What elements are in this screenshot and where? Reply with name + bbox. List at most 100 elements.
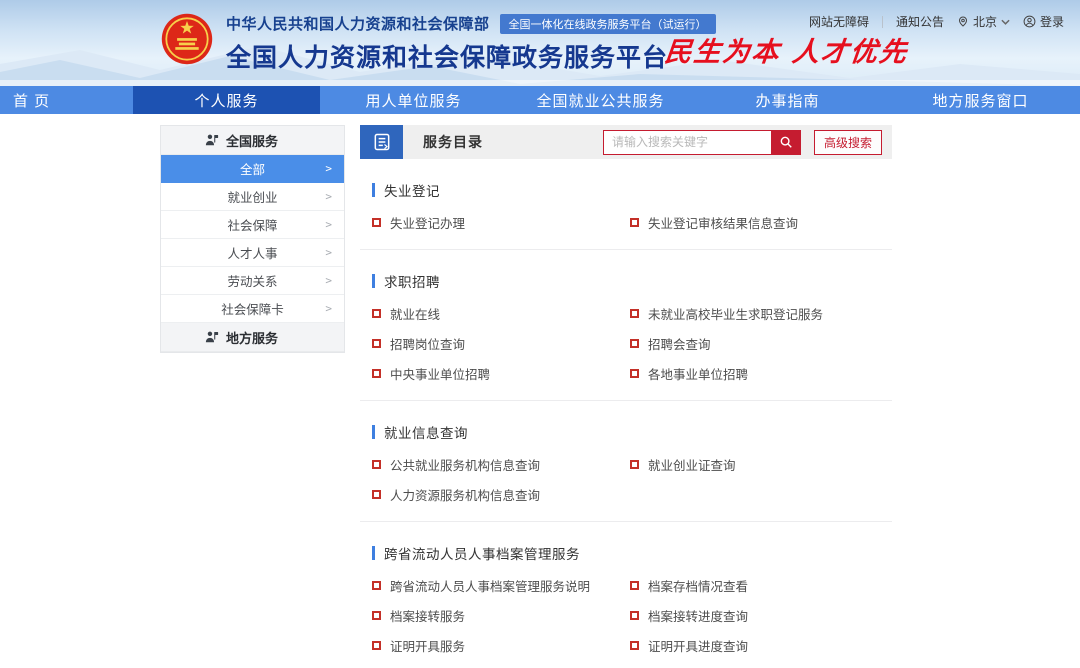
service-link[interactable]: 提供政审材料服务 [372,660,630,668]
red-square-bullet-icon [372,641,381,650]
nav-item-5[interactable]: 办事指南 [694,86,881,114]
login-link[interactable]: 登录 [1023,13,1064,30]
person-flag-icon [205,133,219,147]
sidebar-item-1-6[interactable]: 社会保障卡> [161,295,344,323]
section-title-label: 跨省流动人员人事档案管理服务 [384,543,580,563]
sidebar-group-header-1[interactable]: 全国服务 [161,126,344,155]
service-link[interactable]: 失业登记办理 [372,207,630,237]
section-title-bar [372,425,375,439]
section-title-label: 求职招聘 [384,271,440,291]
accessibility-link[interactable]: 网站无障碍 [809,13,869,30]
sidebar-item-1-2[interactable]: 就业创业 > [161,183,344,211]
service-link[interactable]: 人力资源服务机构信息查询 [372,479,630,509]
service-link[interactable]: 证明开具服务 [372,630,630,660]
service-link-label: 中央事业单位招聘 [390,364,490,383]
service-link[interactable]: 就业在线 [372,298,630,328]
chevron-right-icon: > [325,162,332,175]
service-link-label: 就业在线 [390,304,440,323]
service-link[interactable]: 各地事业单位招聘 [630,358,892,388]
service-link-label: 跨省流动人员人事档案管理服务说明 [390,576,590,595]
panel-header: 服务目录 高级搜索 [360,125,892,159]
red-square-bullet-icon [630,218,639,227]
service-link-label: 就业创业证查询 [648,455,736,474]
red-square-bullet-icon [630,611,639,620]
primary-nav: 首 页个人服务用人单位服务全国就业公共服务办事指南地方服务窗口 [0,86,1080,114]
utility-bar: 网站无障碍 通知公告 北京 登录 [809,13,1064,30]
section-links: 公共就业服务机构信息查询就业创业证查询人力资源服务机构信息查询 [372,449,892,509]
person-flag-icon [205,330,219,344]
sidebar-group-header-2[interactable]: 地方服务 [161,323,344,352]
service-link[interactable]: 招聘岗位查询 [372,328,630,358]
service-link[interactable]: 招聘会查询 [630,328,892,358]
sidebar-item-label: 劳动关系 [227,271,277,290]
nav-item-2[interactable]: 个人服务 [133,86,320,114]
section-links: 就业在线 未就业高校毕业生求职登记服务招聘岗位查询招聘会查询中央事业单位招聘 各地事… [372,298,892,388]
search-button[interactable] [771,130,801,155]
city-selector[interactable]: 北京 [957,13,1010,30]
section-title: 失业登记 [372,180,892,200]
red-square-bullet-icon [372,369,381,378]
chevron-right-icon: > [325,218,332,231]
ministry-name: 中华人民共和国人力资源和社会保障部 [226,13,490,34]
content-area: 全国服务全部>就业创业>社会保障>人才人事>劳动关系>社会保障卡>地方服务 服务… [0,114,1080,668]
service-link-label: 人力资源服务机构信息查询 [390,485,540,504]
service-link[interactable]: 中央事业单位招聘 [372,358,630,388]
service-link[interactable]: 跨省流动人员人事档案管理服务说明 [372,570,630,600]
service-link-label: 证明开具服务 [390,636,465,655]
service-link[interactable]: 提供政审材料进度查询 [630,660,898,668]
red-square-bullet-icon [372,218,381,227]
section-title-bar [372,183,375,197]
service-sections: 失业登记失业登记办理失业登记审核结果信息查询求职招聘就业在线 未就业高校毕业生求职… [360,180,892,668]
advanced-search-button[interactable]: 高级搜索 [814,130,882,155]
service-link[interactable]: 失业登记审核结果信息查询 [630,207,892,237]
location-pin-icon [957,15,969,28]
service-link-label: 招聘会查询 [648,334,711,353]
chevron-right-icon: > [325,246,332,259]
nav-item-3[interactable]: 用人单位服务 [320,86,507,114]
nav-item-1[interactable]: 首 页 [0,86,133,114]
sidebar-item-1-1[interactable]: 全部> [161,155,344,183]
section-title-bar [372,274,375,288]
divider [882,16,883,28]
service-link[interactable]: 公共就业服务机构信息查询 [372,449,630,479]
nav-item-4[interactable]: 全国就业公共服务 [507,86,694,114]
brand: 中华人民共和国人力资源和社会保障部 全国一体化在线政务服务平台（试运行） 全国人… [160,8,716,74]
search-input[interactable] [603,130,771,155]
service-link-label: 各地事业单位招聘 [648,364,748,383]
service-link[interactable]: 就业创业证查询 [630,449,892,479]
sidebar-item-1-5[interactable]: 劳动关系> [161,267,344,295]
notices-link[interactable]: 通知公告 [896,13,944,30]
sidebar: 全国服务全部>就业创业>社会保障>人才人事>劳动关系>社会保障卡>地方服务 [160,125,345,353]
sidebar-item-label: 就业创业 [227,187,277,206]
chevron-right-icon: > [325,302,332,315]
section-2: 求职招聘就业在线 未就业高校毕业生求职登记服务招聘岗位查询招聘会查询中央事业单位招… [360,271,892,401]
user-circle-icon [1023,15,1036,28]
service-link[interactable]: 档案接转进度查询 [630,600,898,630]
city-label: 北京 [973,13,997,30]
red-square-bullet-icon [372,309,381,318]
service-link-label: 档案接转服务 [390,606,465,625]
chevron-right-icon: > [325,190,332,203]
login-label: 登录 [1040,13,1064,30]
sidebar-item-label: 人才人事 [227,243,277,262]
service-link[interactable]: 证明开具进度查询 [630,630,898,660]
service-link[interactable]: 未就业高校毕业生求职登记服务 [630,298,892,328]
service-link[interactable]: 档案存档情况查看 [630,570,898,600]
nav-item-6[interactable]: 地方服务窗口 [881,86,1080,114]
section-title-bar [372,546,375,560]
service-link[interactable]: 档案接转服务 [372,600,630,630]
panel-title: 服务目录 [423,132,483,152]
sidebar-item-1-3[interactable]: 社会保障> [161,211,344,239]
red-square-bullet-icon [630,641,639,650]
sidebar-item-1-4[interactable]: 人才人事 > [161,239,344,267]
brand-text: 中华人民共和国人力资源和社会保障部 全国一体化在线政务服务平台（试运行） 全国人… [226,8,716,74]
section-title-label: 失业登记 [384,180,440,200]
red-square-bullet-icon [372,581,381,590]
search-bar: 高级搜索 [603,130,892,155]
service-link-label: 失业登记审核结果信息查询 [648,213,798,232]
chevron-down-icon [1001,19,1010,25]
red-square-bullet-icon [630,369,639,378]
section-links: 失业登记办理失业登记审核结果信息查询 [372,207,892,237]
section-title: 就业信息查询 [372,422,892,442]
section-3: 就业信息查询公共就业服务机构信息查询就业创业证查询人力资源服务机构信息查询 [360,422,892,522]
